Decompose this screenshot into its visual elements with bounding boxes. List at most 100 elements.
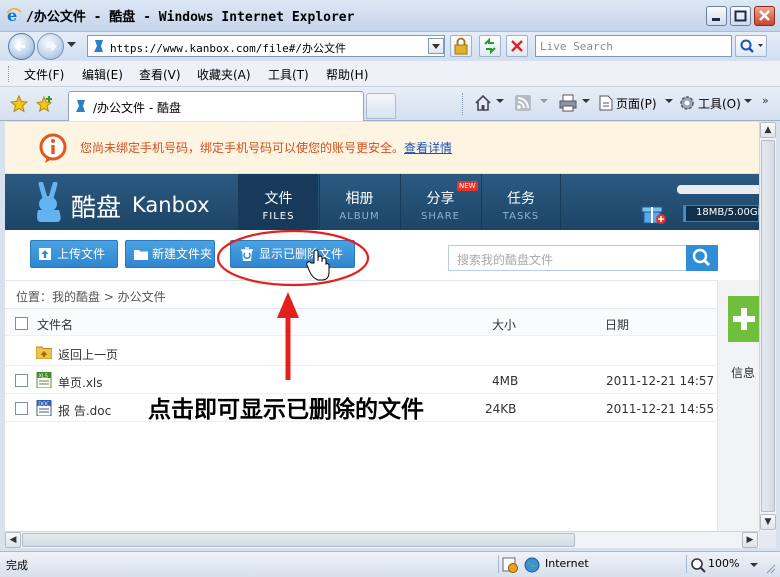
gift-icon[interactable] (641, 202, 667, 226)
tools-dropdown-icon[interactable] (744, 99, 752, 104)
minimize-button[interactable] (706, 6, 727, 26)
new-tab-button[interactable] (366, 93, 396, 119)
svg-text:XLS: XLS (39, 373, 48, 379)
scroll-down-button[interactable]: ▼ (760, 514, 776, 530)
stop-button[interactable] (506, 35, 528, 57)
menu-file[interactable]: 文件(F) (24, 66, 64, 83)
nav-tab-album[interactable]: 相册 ALBUM (319, 174, 399, 230)
address-field[interactable]: https://www.kanbox.com/file#/办公文件 (87, 35, 445, 57)
row-checkbox[interactable] (15, 402, 28, 415)
notice-text: 您尚未绑定手机号码，绑定手机号码可以使您的账号更安全。查看详情 (80, 139, 452, 156)
refresh-button[interactable] (479, 35, 501, 57)
lock-icon (454, 37, 468, 55)
add-panel-button[interactable] (728, 296, 759, 342)
recycle-icon (241, 247, 253, 261)
header-date[interactable]: 日期 (605, 316, 629, 333)
home-dropdown-icon[interactable] (496, 99, 504, 104)
security-lock-button[interactable] (450, 35, 472, 57)
add-favorite-icon[interactable] (36, 95, 54, 113)
site-header: 酷盘 Kanbox 文件 FILES 相册 ALBUM 分享 SHARE NEW… (5, 174, 759, 230)
nav-tab-files[interactable]: 文件 FILES (238, 174, 318, 230)
new-folder-label: 新建文件夹 (152, 247, 213, 261)
vertical-scrollbar[interactable]: ▲ ▼ (759, 122, 776, 531)
gear-icon[interactable] (678, 94, 696, 112)
print-icon[interactable] (558, 93, 578, 113)
upload-label: 上传文件 (57, 247, 106, 261)
username-blurred[interactable] (677, 185, 759, 194)
menu-edit[interactable]: 编辑(E) (82, 66, 123, 83)
address-row: https://www.kanbox.com/file#/办公文件 Live S… (0, 32, 780, 60)
nav-files-sublabel: FILES (262, 211, 295, 222)
page-menu-button[interactable]: 页面(P) (616, 95, 657, 112)
address-dropdown-button[interactable] (428, 38, 444, 54)
breadcrumb: 位置：我的酷盘 > 办公文件 (16, 290, 166, 304)
upload-file-button[interactable]: 上传文件 (30, 240, 118, 268)
scroll-up-button[interactable]: ▲ (760, 122, 776, 138)
notice-message: 您尚未绑定手机号码，绑定手机号码可以使您的账号更安全。 (80, 141, 405, 155)
home-icon[interactable] (473, 93, 493, 113)
nav-album-sublabel: ALBUM (339, 211, 380, 222)
select-all-checkbox[interactable] (15, 317, 28, 330)
site-search-input[interactable]: 搜索我的酷盘文件 (448, 245, 718, 271)
forward-button[interactable] (37, 33, 64, 60)
nav-share-sublabel: SHARE (421, 211, 460, 222)
info-bubble-icon (39, 133, 67, 163)
info-label[interactable]: 信息 (731, 364, 755, 381)
close-button[interactable] (754, 6, 775, 26)
url-text[interactable]: https://www.kanbox.com/file#/办公文件 (110, 40, 346, 56)
site-search-button[interactable] (686, 245, 718, 271)
tab-active[interactable]: /办公文件 - 酷盘 (68, 91, 364, 121)
window-titlebar[interactable]: e /办公文件 - 酷盘 - Windows Internet Explorer (0, 0, 780, 32)
status-bar: 完成 Internet 100% (0, 551, 780, 577)
new-folder-button[interactable]: 新建文件夹 (125, 240, 215, 268)
header-name[interactable]: 文件名 (37, 316, 73, 333)
nav-tab-tasks[interactable]: 任务 TASKS (481, 174, 561, 230)
horizontal-scroll-thumb[interactable] (22, 533, 575, 547)
resize-grip-icon[interactable] (764, 562, 776, 574)
maximize-button[interactable] (730, 6, 751, 26)
show-deleted-files-button[interactable]: 显示已删除文件 (230, 240, 355, 268)
feeds-dropdown-icon[interactable] (540, 99, 548, 104)
back-label[interactable]: 返回上一页 (58, 346, 118, 363)
menu-help[interactable]: 帮助(H) (326, 66, 368, 83)
feeds-icon[interactable] (515, 95, 531, 111)
nav-files-label: 文件 (264, 191, 293, 207)
zoom-level[interactable]: 100% (708, 557, 739, 570)
favorites-star-icon[interactable] (10, 95, 28, 113)
right-side-panel: 信息 (717, 280, 759, 531)
vertical-scroll-thumb[interactable] (761, 140, 775, 512)
horizontal-scrollbar[interactable]: ◀ ▶ (5, 531, 759, 548)
minimize-icon (712, 18, 720, 21)
kanbox-favicon-icon (94, 40, 103, 52)
nav-tab-share[interactable]: 分享 SHARE NEW (400, 174, 480, 230)
doc-icon: DOC (36, 400, 52, 416)
search-button[interactable] (735, 35, 767, 57)
chevron-more-icon[interactable]: » (762, 94, 769, 107)
file-name[interactable]: 单页.xls (58, 374, 103, 391)
file-name[interactable]: 报 告.doc (58, 402, 111, 419)
row-checkbox[interactable] (15, 374, 28, 387)
annotation-caption: 点击即可显示已删除的文件 (148, 396, 424, 423)
menu-tools[interactable]: 工具(T) (268, 66, 309, 83)
upload-icon (39, 248, 51, 260)
zoom-dropdown-icon[interactable] (750, 563, 758, 568)
back-button[interactable] (8, 33, 35, 60)
print-dropdown-icon[interactable] (582, 99, 590, 104)
menu-favorites[interactable]: 收藏夹(A) (197, 66, 251, 83)
back-row[interactable]: 返回上一页 (5, 338, 717, 366)
zoom-icon[interactable] (690, 557, 706, 573)
page-icon[interactable] (598, 95, 614, 111)
live-search-input[interactable]: Live Search (535, 35, 732, 57)
tools-menu-button[interactable]: 工具(O) (698, 95, 741, 112)
protected-mode-icon[interactable] (502, 557, 518, 573)
storage-quota-bar: 18MB/5.00GB (683, 205, 759, 222)
history-dropdown-icon[interactable] (67, 42, 76, 48)
scroll-right-button[interactable]: ▶ (742, 532, 758, 548)
menu-view[interactable]: 查看(V) (139, 66, 181, 83)
header-size[interactable]: 大小 (492, 316, 516, 333)
nav-tasks-label: 任务 (507, 191, 535, 207)
kanbox-rabbit-logo-icon[interactable] (29, 182, 69, 224)
notice-details-link[interactable]: 查看详情 (404, 141, 452, 155)
scroll-left-button[interactable]: ◀ (5, 532, 21, 548)
page-dropdown-icon[interactable] (665, 99, 673, 104)
